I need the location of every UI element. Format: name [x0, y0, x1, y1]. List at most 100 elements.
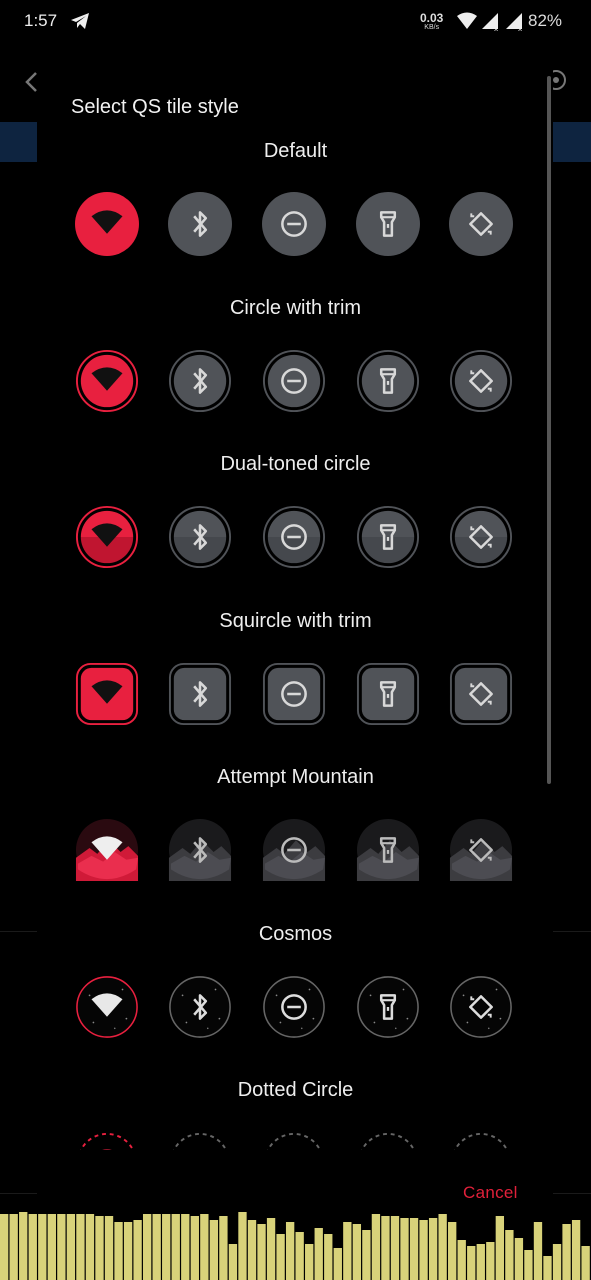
visualizer-bar [238, 1212, 247, 1280]
visualizer-bar [333, 1248, 342, 1280]
auto-rotate-icon [453, 1132, 509, 1150]
visualizer-bar [38, 1214, 47, 1280]
tile-preview-bluetooth [168, 505, 232, 569]
status-time: 1:57 [24, 11, 58, 30]
style-name: Cosmos [258, 922, 333, 945]
tile-preview-wifi [75, 349, 139, 413]
tile-preview-dnd [262, 192, 326, 256]
tile-preview-flashlight [356, 192, 420, 256]
tile-preview-dnd [262, 349, 326, 413]
style-name: Dotted Circle [237, 1079, 354, 1101]
visualizer-bar [276, 1234, 285, 1280]
visualizer-bar [571, 1220, 581, 1280]
tile-preview-flashlight [356, 1131, 420, 1150]
tile-preview-bluetooth [168, 1131, 232, 1150]
visualizer-bar [219, 1216, 228, 1280]
visualizer-bar [95, 1216, 104, 1280]
visualizer-bar [314, 1228, 323, 1280]
visualizer-bar [247, 1220, 257, 1280]
visualizer-bar [123, 1222, 133, 1280]
auto-rotate-icon [449, 662, 513, 725]
visualizer-bar [142, 1214, 152, 1280]
visualizer-bar [543, 1256, 552, 1280]
visualizer-bar [28, 1214, 37, 1280]
style-name: Attempt Mountain [217, 766, 374, 788]
visualizer-bar [190, 1216, 199, 1280]
visualizer-bar [495, 1216, 505, 1280]
visualizer-bar [104, 1216, 114, 1280]
visualizer-bar [438, 1214, 447, 1280]
wifi-icon [76, 975, 138, 1038]
bluetooth-icon [168, 818, 232, 882]
tile-preview-flashlight [356, 505, 420, 569]
tile-preview-wifi [75, 662, 139, 726]
visualizer-bar [562, 1224, 571, 1280]
flashlight-icon [356, 505, 420, 569]
dnd-icon [266, 1132, 322, 1150]
tile-preview-bluetooth [168, 662, 232, 726]
style-list[interactable]: Default Circle with trim Dual-toned circle… [0, 140, 591, 1150]
visualizer-bar [0, 1214, 9, 1280]
flashlight-icon [357, 975, 419, 1038]
audio-visualizer [0, 1212, 590, 1280]
visualizer-bar [343, 1222, 352, 1280]
tile-preview-auto-rotate [449, 975, 513, 1039]
flashlight-icon [356, 349, 420, 412]
visualizer-bar [162, 1214, 171, 1280]
style-name: Default [263, 140, 328, 162]
tile-preview-flashlight [356, 349, 420, 413]
visualizer-bar [419, 1220, 428, 1280]
dnd-icon [263, 975, 325, 1038]
tile-preview-flashlight [356, 818, 420, 882]
tile-preview-auto-rotate [449, 1131, 513, 1150]
signal-icons: x x [456, 12, 526, 37]
tile-preview-bluetooth [168, 349, 232, 413]
tile-preview-auto-rotate [449, 662, 513, 726]
bluetooth-icon [168, 505, 232, 569]
visualizer-bar [428, 1218, 438, 1280]
tile-preview-bluetooth [168, 975, 232, 1039]
flashlight-icon [356, 192, 420, 256]
dnd-icon [262, 349, 326, 412]
battery-level: 82% [528, 11, 563, 30]
visualizer-bar [390, 1216, 400, 1280]
dnd-icon [262, 818, 326, 882]
bluetooth-icon [169, 975, 231, 1038]
style-name: Squircle with trim [219, 609, 372, 632]
dnd-icon [262, 505, 326, 569]
wifi-icon [75, 505, 139, 569]
visualizer-bar [533, 1222, 543, 1280]
tile-preview-dnd [262, 662, 326, 726]
wifi-icon [75, 192, 139, 256]
tile-preview-auto-rotate [449, 505, 513, 569]
tile-preview-dnd [262, 505, 326, 569]
auto-rotate-icon [449, 505, 513, 569]
tile-preview-wifi [75, 818, 139, 882]
tile-preview-auto-rotate [449, 192, 513, 256]
visualizer-bar [85, 1214, 95, 1280]
visualizer-bar [209, 1220, 219, 1280]
visualizer-bar [19, 1212, 28, 1280]
flashlight-icon [356, 818, 420, 882]
visualizer-bar [171, 1214, 180, 1280]
telegram-icon [70, 12, 90, 35]
visualizer-bar [524, 1250, 533, 1280]
svg-text:x: x [518, 25, 522, 32]
tile-preview-auto-rotate [449, 349, 513, 413]
auto-rotate-icon [449, 349, 513, 412]
wifi-icon [79, 1132, 135, 1150]
visualizer-bar [76, 1214, 85, 1280]
visualizer-bar [552, 1244, 562, 1280]
visualizer-bar [133, 1220, 142, 1280]
flashlight-icon [360, 1132, 416, 1150]
visualizer-bar [266, 1218, 276, 1280]
visualizer-bar [324, 1234, 333, 1280]
visualizer-bar [381, 1216, 390, 1280]
style-name: Circle with trim [229, 296, 362, 319]
dnd-icon [262, 192, 326, 256]
flashlight-icon [356, 662, 420, 725]
tile-preview-bluetooth [168, 192, 232, 256]
network-speed: 0.03 KB/s [420, 11, 444, 31]
dialog-title: Select QS tile style [71, 96, 239, 118]
visualizer-bar [352, 1224, 362, 1280]
